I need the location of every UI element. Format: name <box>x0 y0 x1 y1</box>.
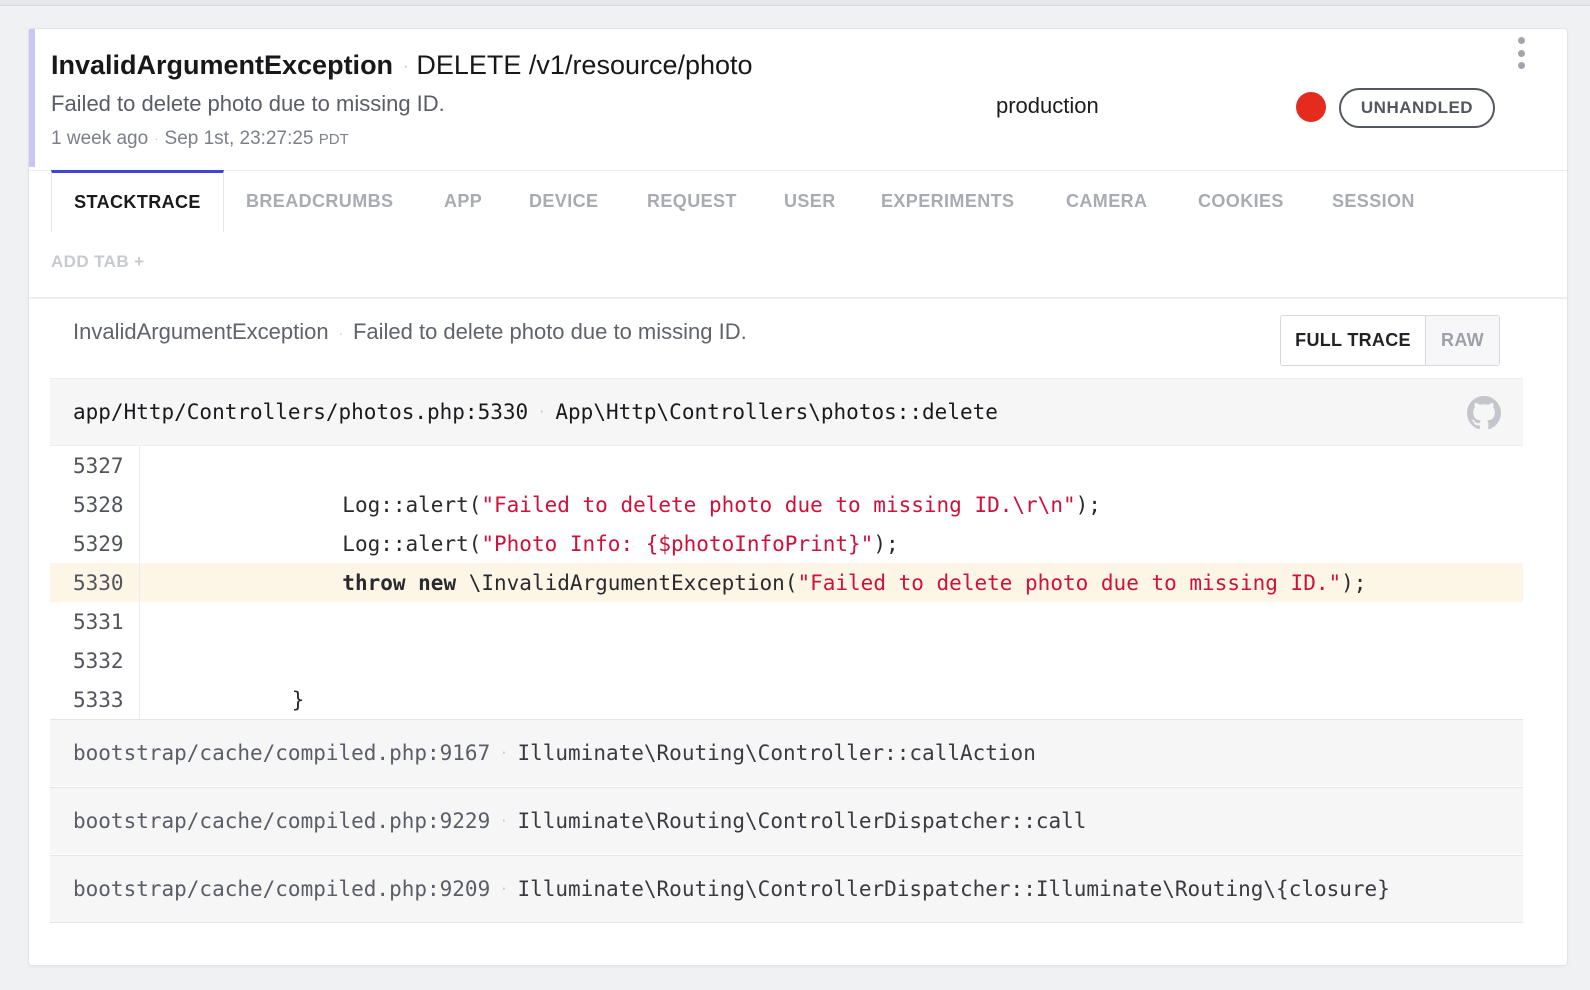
separator-dot: · <box>500 746 508 760</box>
raw-button[interactable]: RAW <box>1426 316 1499 365</box>
timestamp: Sep 1st, 23:27:25 <box>164 128 314 149</box>
code-line: 5328 Log::alert("Failed to delete photo … <box>50 485 1523 524</box>
line-number: 5330 <box>73 570 124 595</box>
relative-time: 1 week ago <box>51 128 149 149</box>
frame-file: bootstrap/cache/compiled.php:9167 <box>73 741 491 765</box>
frame-file: app/Http/Controllers/photos.php:5330 <box>73 400 529 424</box>
code-line: 5332 <box>50 641 1523 680</box>
separator-dot: · <box>154 131 159 147</box>
code-line-highlighted: 5330 throw new \InvalidArgumentException… <box>50 563 1523 602</box>
string-literal: "Failed to delete photo due to missing I… <box>797 570 1342 595</box>
line-number: 5333 <box>73 687 124 712</box>
code-text: throw new \InvalidArgumentException("Fai… <box>342 570 1367 595</box>
stacktrace-exception-class: InvalidArgumentException <box>73 319 329 344</box>
timezone: PDT <box>318 131 349 148</box>
stack-frame[interactable]: bootstrap/cache/compiled.php:9229 · Illumi… <box>50 787 1523 854</box>
tab-stacktrace[interactable]: STACKTRACE <box>51 170 224 232</box>
line-number-gutter <box>139 446 140 721</box>
tab-camera[interactable]: CAMERA <box>1066 170 1147 232</box>
separator-dot: · <box>500 814 508 828</box>
line-number: 5332 <box>73 648 124 673</box>
code-snippet: 5327 5328 Log::alert("Failed to delete p… <box>50 446 1523 721</box>
code-text: Log::alert("Photo Info: {$photoInfoPrint… <box>342 531 899 556</box>
error-card: InvalidArgumentException · DELETE /v1/reso… <box>28 28 1568 966</box>
github-icon[interactable] <box>1467 396 1501 430</box>
string-literal: "Photo Info: {$photoInfoPrint}" <box>481 531 874 556</box>
stacktrace-message: Failed to delete photo due to missing ID… <box>352 319 747 344</box>
tab-breadcrumbs[interactable]: BREADCRUMBS <box>246 170 393 232</box>
line-number: 5329 <box>73 531 124 556</box>
line-number: 5327 <box>73 453 124 478</box>
request-route: DELETE /v1/resource/photo <box>416 50 753 80</box>
separator-dot: · <box>500 882 508 896</box>
code-line: 5329 Log::alert("Photo Info: {$photoInfo… <box>50 524 1523 563</box>
code-line: 5327 <box>50 446 1523 485</box>
exception-class: InvalidArgumentException <box>51 50 394 80</box>
frames-divider <box>50 922 1523 923</box>
tab-bar: STACKTRACE BREADCRUMBS APP DEVICE REQUES… <box>51 170 1551 300</box>
add-tab-button[interactable]: ADD TAB + <box>51 252 144 272</box>
error-message: Failed to delete photo due to missing ID… <box>51 91 445 116</box>
frame-method: Illuminate\Routing\ControllerDispatcher:… <box>517 877 1390 901</box>
unhandled-badge: UNHANDLED <box>1339 88 1495 128</box>
separator-dot: · <box>338 325 343 341</box>
keyword: throw new <box>342 570 457 595</box>
frame-method: Illuminate\Routing\ControllerDispatcher:… <box>517 809 1087 833</box>
full-trace-button[interactable]: FULL TRACE <box>1281 316 1426 365</box>
accent-bar <box>29 29 35 167</box>
code-text: } <box>291 687 305 712</box>
frame-file: bootstrap/cache/compiled.php:9229 <box>73 809 491 833</box>
stacktrace-summary: InvalidArgumentException · Failed to delet… <box>73 319 747 345</box>
line-number: 5331 <box>73 609 124 634</box>
code-text: Log::alert("Failed to delete photo due t… <box>342 492 1101 517</box>
tab-app[interactable]: APP <box>444 170 482 232</box>
tab-session[interactable]: SESSION <box>1332 170 1415 232</box>
string-literal: "Failed to delete photo due to missing I… <box>481 492 1076 517</box>
code-line: 5331 <box>50 602 1523 641</box>
error-title: InvalidArgumentException · DELETE /v1/reso… <box>51 47 753 85</box>
error-time: 1 week ago · Sep 1st, 23:27:25 PDT <box>51 128 349 150</box>
stack-frame[interactable]: bootstrap/cache/compiled.php:9209 · Illumi… <box>50 855 1523 922</box>
top-frame[interactable]: app/Http/Controllers/photos.php:5330 · App… <box>50 378 1523 446</box>
separator-dot: · <box>538 405 546 419</box>
top-strip <box>0 0 1590 6</box>
tab-request[interactable]: REQUEST <box>647 170 737 232</box>
line-number: 5328 <box>73 492 124 517</box>
frame-file: bootstrap/cache/compiled.php:9209 <box>73 877 491 901</box>
tab-experiments[interactable]: EXPERIMENTS <box>881 170 1014 232</box>
release-stage: production <box>996 93 1099 118</box>
separator-dot: · <box>403 57 409 75</box>
tab-cookies[interactable]: COOKIES <box>1198 170 1284 232</box>
vertical-dots-icon[interactable] <box>1513 37 1529 69</box>
code-line: 5333 } <box>50 680 1523 719</box>
tab-device[interactable]: DEVICE <box>529 170 598 232</box>
content-divider <box>29 297 1567 299</box>
frame-method: Illuminate\Routing\Controller::callActio… <box>517 741 1036 765</box>
tab-user[interactable]: USER <box>784 170 836 232</box>
trace-toggle: FULL TRACE RAW <box>1280 315 1500 366</box>
frame-method: App\Http\Controllers\photos::delete <box>555 400 998 424</box>
severity-indicator <box>1296 92 1326 122</box>
stack-frame[interactable]: bootstrap/cache/compiled.php:9167 · Illumi… <box>50 719 1523 786</box>
